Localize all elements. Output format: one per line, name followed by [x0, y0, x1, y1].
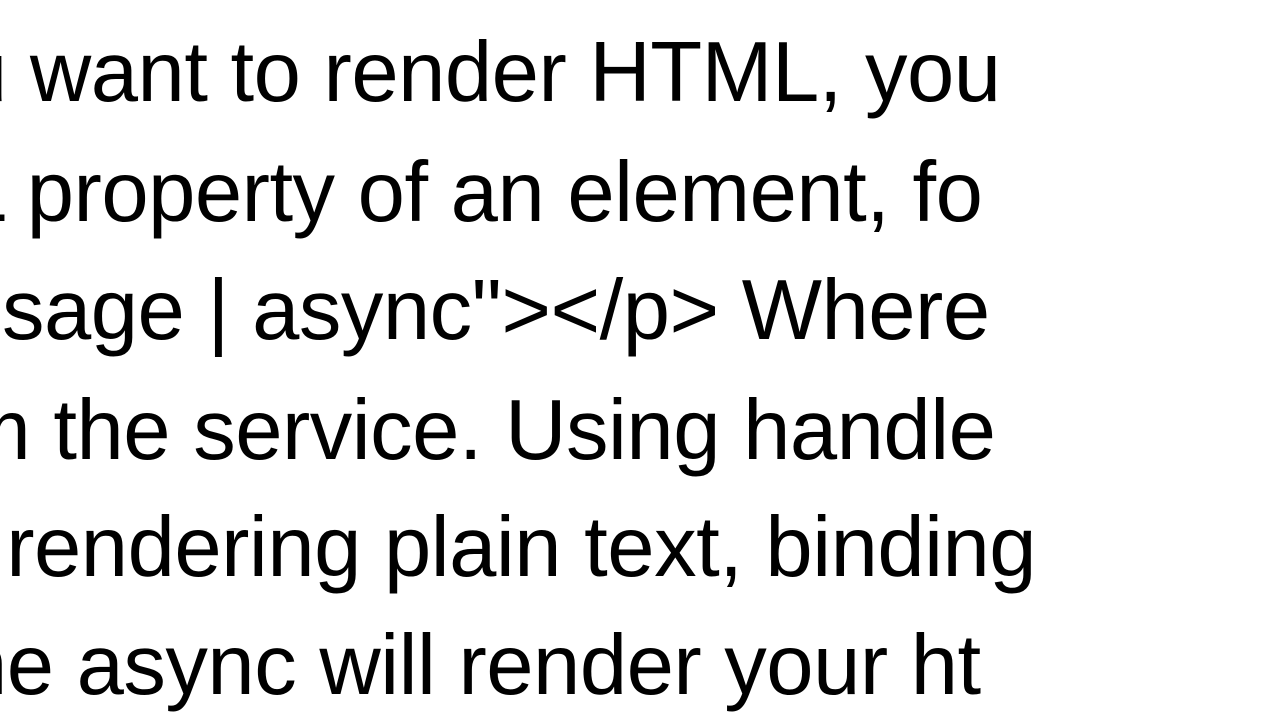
text-line-1: u want to render HTML, you	[0, 30, 1001, 115]
text-line-6: he async will render your ht	[0, 623, 981, 708]
text-line-4: m the service. Using handle	[0, 388, 995, 473]
text-line-2: L property of an element, fo	[0, 150, 982, 235]
document-text-fragment: u want to render HTML, you L property of…	[0, 0, 1280, 720]
text-line-5: : rendering plain text, binding	[0, 505, 1036, 590]
text-line-3: ssage | async"></p> Where	[0, 268, 990, 353]
